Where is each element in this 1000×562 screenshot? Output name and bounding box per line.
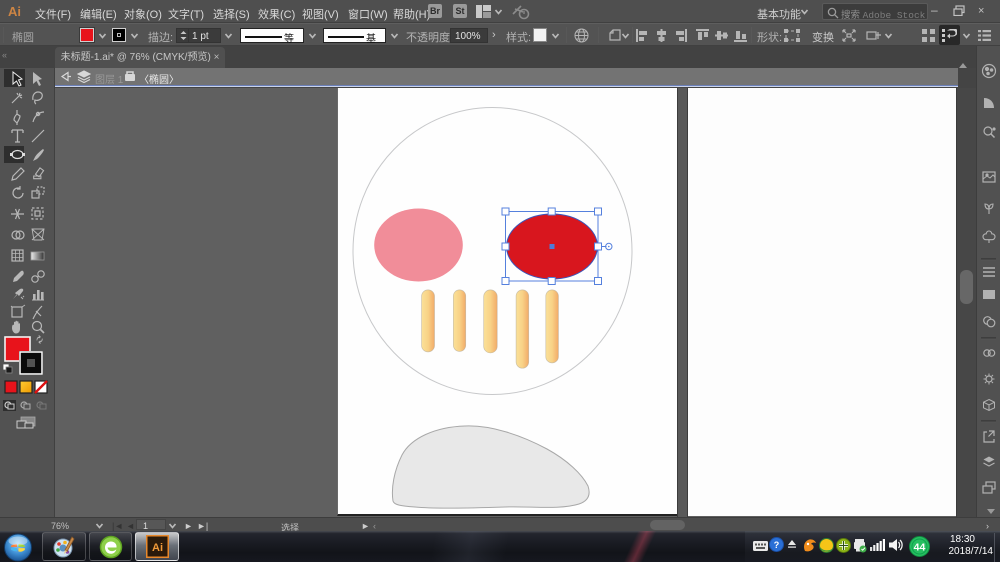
svg-text:Ai: Ai [152,542,163,554]
svg-text:?: ? [774,540,780,550]
